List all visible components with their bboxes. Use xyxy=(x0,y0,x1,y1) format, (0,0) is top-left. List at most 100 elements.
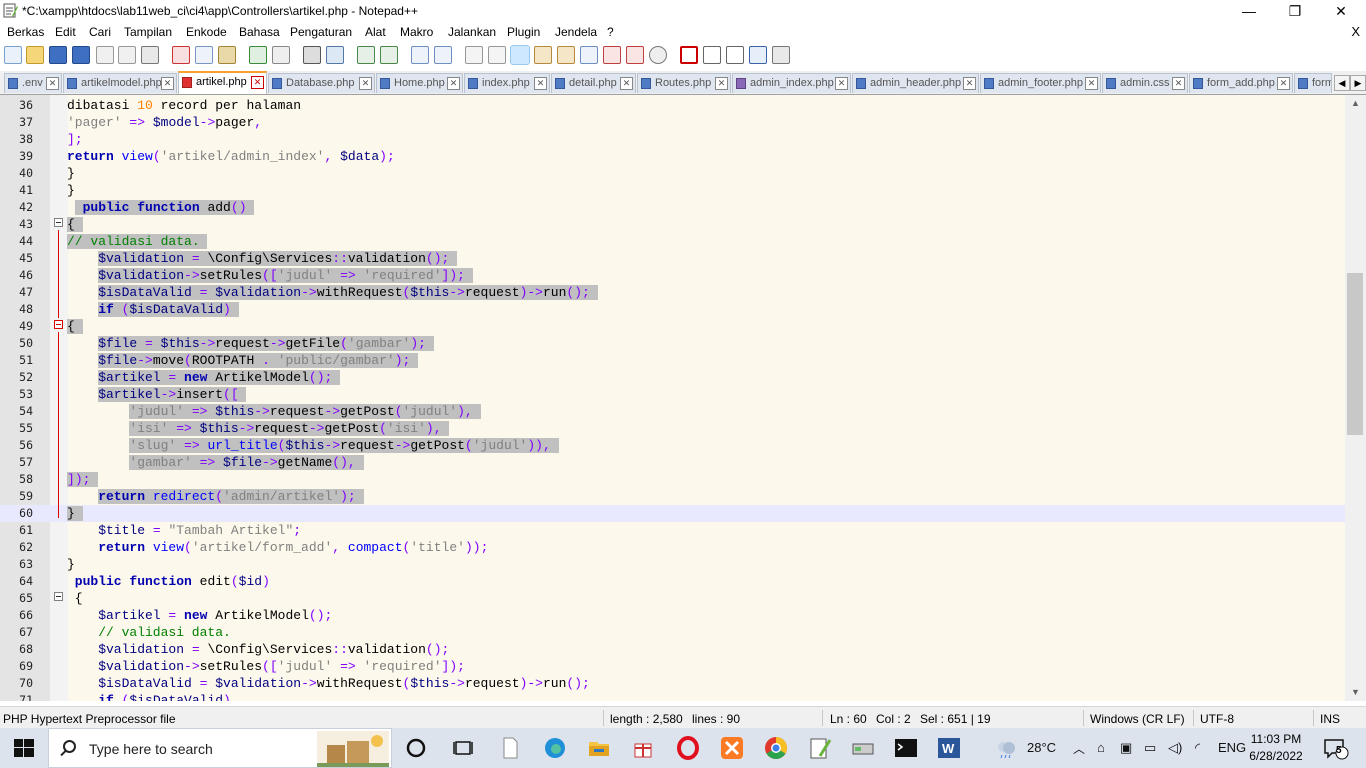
tab-artikel[interactable]: artikel.php ✕ xyxy=(178,71,267,94)
tab-close-icon[interactable]: ✕ xyxy=(835,77,848,90)
code-line[interactable]: 44 // validasi data. xyxy=(0,233,1345,250)
tab-close-icon[interactable]: ✕ xyxy=(359,77,372,90)
vertical-scrollbar[interactable]: ▲ ▼ xyxy=(1345,95,1366,701)
tray-security-icon[interactable]: ▣ xyxy=(1120,740,1132,756)
new-file-icon[interactable] xyxy=(4,46,22,64)
code-line[interactable]: 52 $artikel = new ArtikelModel(); xyxy=(0,369,1345,386)
close-file-icon[interactable] xyxy=(96,46,114,64)
tab-close-icon[interactable]: ✕ xyxy=(1172,77,1185,90)
copy-icon[interactable] xyxy=(195,46,213,64)
menu-berkas[interactable]: Berkas xyxy=(7,25,44,39)
code-line[interactable]: 39 return view('artikel/admin_index', $da… xyxy=(0,148,1345,165)
system-clock[interactable]: 11:03 PM 6/28/2022 xyxy=(1243,731,1309,765)
tab-close-icon[interactable]: ✕ xyxy=(1085,77,1098,90)
paste-icon[interactable] xyxy=(218,46,236,64)
menu-jalankan[interactable]: Jalankan xyxy=(448,25,496,39)
folder-workspace-icon[interactable] xyxy=(603,46,621,64)
indent-guide-icon[interactable] xyxy=(510,45,530,65)
input-language[interactable]: ENG xyxy=(1218,740,1246,755)
file-explorer-icon[interactable] xyxy=(587,736,611,760)
monitoring-icon[interactable] xyxy=(649,46,667,64)
menu-pengaturan[interactable]: Pengaturan xyxy=(290,25,352,39)
tab-admin-index[interactable]: admin_index.php ✕ xyxy=(732,73,851,93)
menu-plugin[interactable]: Plugin xyxy=(507,25,540,39)
menu-cari[interactable]: Cari xyxy=(89,25,111,39)
menu-tampilan[interactable]: Tampilan xyxy=(124,25,172,39)
tray-chevron-icon[interactable]: ︿ xyxy=(1073,740,1085,757)
tab-close-icon[interactable]: ✕ xyxy=(161,77,174,90)
code-line[interactable]: 64 public function edit($id) xyxy=(0,573,1345,590)
tab-close-icon[interactable]: ✕ xyxy=(963,77,976,90)
tab-admin-footer[interactable]: admin_footer.php ✕ xyxy=(980,73,1101,93)
tab-close-icon[interactable]: ✕ xyxy=(715,77,728,90)
menu-edit[interactable]: Edit xyxy=(55,25,76,39)
tab-close-icon[interactable]: ✕ xyxy=(447,77,460,90)
code-line[interactable]: 61 $title = "Tambah Artikel"; xyxy=(0,522,1345,539)
chrome-icon[interactable] xyxy=(764,736,788,760)
edge-icon[interactable] xyxy=(543,736,567,760)
tab-env[interactable]: .env ✕ xyxy=(4,73,62,93)
tab-detail[interactable]: detail.php ✕ xyxy=(551,73,636,93)
print-icon[interactable] xyxy=(141,46,159,64)
close-button[interactable]: ✕ xyxy=(1318,0,1364,22)
code-line[interactable]: 50 $file = $this->request->getFile('gamba… xyxy=(0,335,1345,352)
sync-vertical-icon[interactable] xyxy=(411,46,429,64)
zoom-in-icon[interactable] xyxy=(357,46,375,64)
code-line[interactable]: 45 $validation = \Config\Services::valida… xyxy=(0,250,1345,267)
close-document-button[interactable]: X xyxy=(1351,24,1360,39)
fold-collapse-icon[interactable] xyxy=(54,218,63,227)
tab-routes[interactable]: Routes.php ✕ xyxy=(637,73,731,93)
undo-icon[interactable] xyxy=(249,46,267,64)
code-line[interactable]: 65 { xyxy=(0,590,1345,607)
code-line[interactable]: 66 $artikel = new ArtikelModel(); xyxy=(0,607,1345,624)
play-macro-icon[interactable] xyxy=(726,46,744,64)
save-icon[interactable] xyxy=(49,46,67,64)
code-editor[interactable]: 36 dibatasi 10 record per halaman 37 'pager… xyxy=(0,95,1345,701)
code-line[interactable]: 59 return redirect('admin/artikel'); xyxy=(0,488,1345,505)
stop-macro-icon[interactable] xyxy=(703,46,721,64)
code-line[interactable]: 60} xyxy=(0,505,1345,522)
code-line[interactable]: 62 return view('artikel/form_add', compac… xyxy=(0,539,1345,556)
tab-admin-header[interactable]: admin_header.php ✕ xyxy=(852,73,979,93)
scrollbar-thumb[interactable] xyxy=(1347,273,1363,435)
menu-bahasa[interactable]: Bahasa xyxy=(239,25,280,39)
xampp-icon[interactable] xyxy=(720,736,744,760)
menu-makro[interactable]: Makro xyxy=(400,25,433,39)
code-line[interactable]: 51 $file->move(ROOTPATH . 'public/gambar'… xyxy=(0,352,1345,369)
save-all-icon[interactable] xyxy=(72,46,90,64)
tab-database[interactable]: Database.php ✕ xyxy=(268,73,375,93)
cortana-icon[interactable] xyxy=(404,736,428,760)
folder-icon[interactable] xyxy=(626,46,644,64)
gift-icon[interactable] xyxy=(631,736,655,760)
opera-icon[interactable] xyxy=(676,736,700,760)
network-icon[interactable]: ◜ xyxy=(1195,740,1200,756)
taskbar-search-box[interactable]: Type here to search xyxy=(48,728,392,768)
word-icon[interactable]: W xyxy=(937,736,961,760)
code-line[interactable]: 49 { xyxy=(0,318,1345,335)
code-line[interactable]: 57 'gambar' => $file->getName(), xyxy=(0,454,1345,471)
code-line[interactable]: 67 // validasi data. xyxy=(0,624,1345,641)
tab-close-icon[interactable]: ✕ xyxy=(534,77,547,90)
tab-form-add[interactable]: form_add.php ✕ xyxy=(1189,73,1293,93)
scroll-down-icon[interactable]: ▼ xyxy=(1345,684,1366,701)
code-line[interactable]: 68 $validation = \Config\Services::valida… xyxy=(0,641,1345,658)
code-line[interactable]: 70 $isDataValid = $validation->withReques… xyxy=(0,675,1345,692)
tab-home[interactable]: Home.php ✕ xyxy=(376,73,463,93)
code-line[interactable]: 36 dibatasi 10 record per halaman xyxy=(0,97,1345,114)
replace-icon[interactable] xyxy=(326,46,344,64)
terminal-icon[interactable] xyxy=(894,736,918,760)
code-line[interactable]: 42 public function add() xyxy=(0,199,1345,216)
tab-close-icon[interactable]: ✕ xyxy=(620,77,633,90)
weather-temperature[interactable]: 28°C xyxy=(1027,740,1056,755)
tab-index[interactable]: index.php ✕ xyxy=(464,73,550,93)
code-line[interactable]: 69 $validation->setRules(['judul' => 'req… xyxy=(0,658,1345,675)
maximize-button[interactable]: ❐ xyxy=(1272,0,1318,22)
show-all-chars-icon[interactable] xyxy=(488,46,506,64)
task-view-icon[interactable] xyxy=(451,736,475,760)
function-list-icon[interactable] xyxy=(580,46,598,64)
menu-help[interactable]: ? xyxy=(607,25,614,39)
run-macro-multiple-icon[interactable] xyxy=(749,46,767,64)
code-line[interactable]: 48 if ($isDataValid) xyxy=(0,301,1345,318)
tab-close-icon[interactable]: ✕ xyxy=(251,76,264,89)
document-map-icon[interactable] xyxy=(557,46,575,64)
